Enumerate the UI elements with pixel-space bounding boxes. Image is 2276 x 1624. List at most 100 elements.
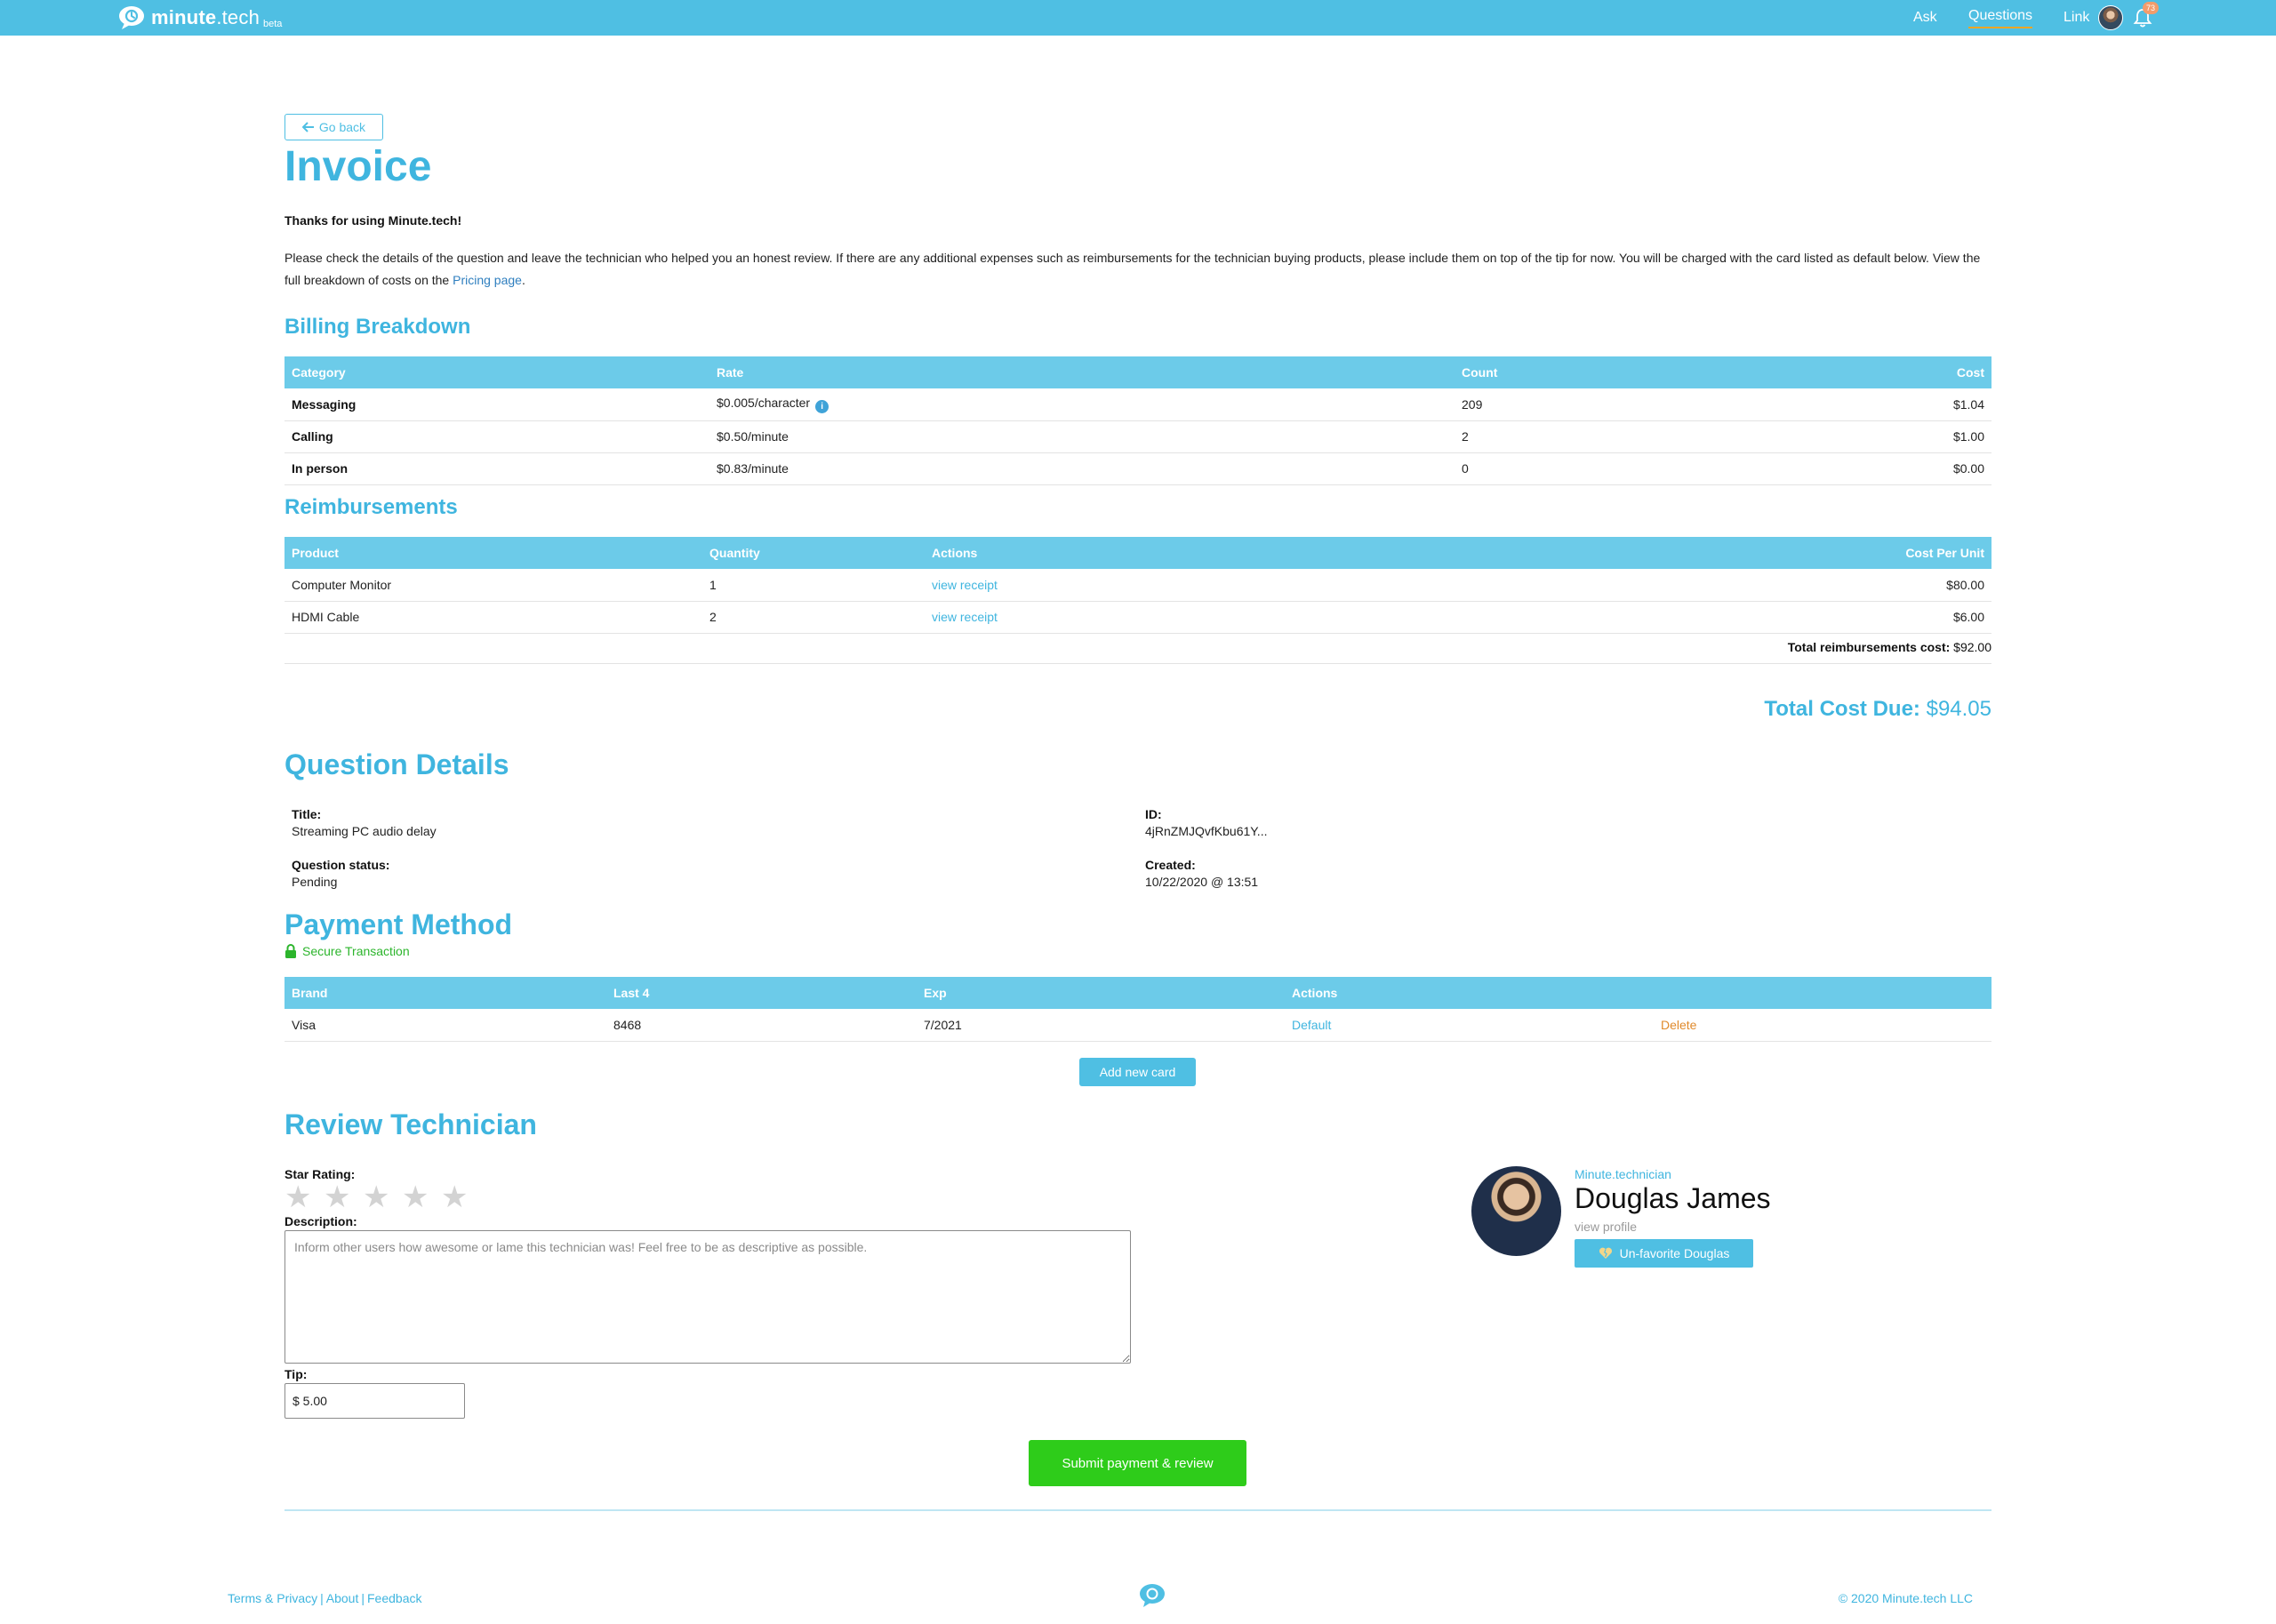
star-rating-label: Star Rating: (284, 1167, 356, 1181)
card-last4: 8468 (606, 1009, 917, 1042)
add-new-card-button[interactable]: Add new card (1079, 1058, 1196, 1086)
billing-cost: $1.04 (1775, 388, 1992, 421)
question-created-value: 10/22/2020 @ 13:51 (1145, 875, 1259, 889)
billing-category: In person (284, 452, 709, 485)
logo-wordmark: minute.tech (151, 6, 260, 28)
column-header: Actions (925, 537, 1725, 569)
question-id-label: ID: (1145, 807, 1162, 821)
top-navbar: minute.tech beta Ask Questions Link 73 (0, 0, 2276, 36)
star-icon[interactable]: ★ (284, 1182, 311, 1212)
reimbursements-header-row: Product Quantity Actions Cost Per Unit (284, 537, 1992, 569)
nav-link[interactable]: Link (2064, 0, 2089, 36)
reimbursement-action-cell: view receipt (925, 601, 1725, 634)
table-row: Messaging $0.005/character i 209 $1.04 (284, 388, 1992, 421)
table-row: Computer Monitor 1 view receipt $80.00 (284, 569, 1992, 602)
billing-count: 209 (1455, 388, 1775, 421)
thanks-message: Thanks for using Minute.tech! (284, 213, 462, 228)
go-back-button[interactable]: Go back (284, 114, 383, 140)
reimbursement-cost: $80.00 (1725, 569, 1992, 602)
footer-links: Terms & Privacy | About | Feedback (228, 1591, 422, 1605)
billing-cost: $0.00 (1775, 452, 1992, 485)
technician-avatar[interactable] (1471, 1166, 1561, 1256)
billing-category: Calling (284, 420, 709, 453)
info-icon[interactable]: i (815, 399, 829, 413)
star-icon[interactable]: ★ (324, 1182, 350, 1212)
review-technician-heading: Review Technician (284, 1108, 537, 1140)
secure-transaction-label: Secure Transaction (302, 944, 410, 958)
reimbursements-heading: Reimbursements (284, 495, 458, 519)
question-details-heading: Question Details (284, 748, 509, 780)
column-header: Cost Per Unit (1725, 537, 1992, 569)
view-profile-link[interactable]: view profile (1575, 1220, 1637, 1234)
view-receipt-link[interactable]: view receipt (932, 610, 998, 624)
table-row: HDMI Cable 2 view receipt $6.00 (284, 601, 1992, 634)
about-link[interactable]: About (326, 1591, 359, 1605)
brand-logo[interactable]: minute.tech beta (117, 4, 282, 31)
nav-ask[interactable]: Ask (1913, 0, 1937, 36)
card-default-cell: Default (1285, 1009, 1654, 1042)
question-id-value: 4jRnZMJQvfKbu61Y... (1145, 824, 1268, 838)
billing-rate-cell: $0.005/character i (709, 388, 1455, 421)
total-reimbursements: Total reimbursements cost: $92.00 (1787, 640, 1992, 654)
nav-questions[interactable]: Questions (1968, 0, 2033, 36)
question-title-label: Title: (292, 807, 322, 821)
billing-header-row: Category Rate Count Cost (284, 356, 1992, 388)
unfavorite-button[interactable]: Un-favorite Douglas (1575, 1239, 1753, 1268)
payment-table: Brand Last 4 Exp Actions Visa 8468 7/202… (284, 977, 1992, 1042)
technician-name: Douglas James (1575, 1182, 1771, 1214)
description-label: Description: (284, 1214, 357, 1228)
view-receipt-link[interactable]: view receipt (932, 578, 998, 592)
column-header: Product (284, 537, 702, 569)
arrow-left-icon (301, 122, 314, 132)
go-back-label: Go back (318, 120, 366, 134)
reimbursement-product: Computer Monitor (284, 569, 702, 602)
column-header: Brand (284, 977, 606, 1009)
pricing-page-link[interactable]: Pricing page (453, 273, 522, 287)
star-icon[interactable]: ★ (363, 1182, 389, 1212)
description-textarea[interactable] (284, 1230, 1131, 1364)
column-header: Cost (1775, 356, 1992, 388)
question-status-value: Pending (292, 875, 338, 889)
billing-count: 2 (1455, 420, 1775, 453)
billing-count: 0 (1455, 452, 1775, 485)
page-title: Invoice (284, 143, 432, 190)
column-header: Rate (709, 356, 1455, 388)
question-status-label: Question status: (292, 858, 390, 872)
card-delete-cell: Delete (1654, 1009, 1992, 1042)
user-avatar[interactable] (2098, 5, 2123, 30)
column-header: Quantity (702, 537, 925, 569)
default-card-button[interactable]: Default (1292, 1018, 1331, 1032)
payment-method-heading: Payment Method (284, 908, 513, 940)
reimbursements-table: Product Quantity Actions Cost Per Unit C… (284, 537, 1992, 634)
star-icon[interactable]: ★ (441, 1182, 468, 1212)
divider (284, 663, 1992, 664)
column-header: Actions (1285, 977, 1654, 1009)
card-brand: Visa (284, 1009, 606, 1042)
broken-heart-icon (1599, 1247, 1612, 1259)
billing-heading: Billing Breakdown (284, 315, 471, 339)
billing-table: Category Rate Count Cost Messaging $0.00… (284, 356, 1992, 485)
delete-card-button[interactable]: Delete (1661, 1018, 1696, 1032)
billing-cost: $1.00 (1775, 420, 1992, 453)
submit-payment-review-button[interactable]: Submit payment & review (1029, 1440, 1246, 1486)
notification-badge: 73 (2143, 2, 2159, 14)
billing-rate: $0.83/minute (709, 452, 1455, 485)
reimbursement-quantity: 2 (702, 601, 925, 634)
chat-bubble-logo-icon (1140, 1584, 1165, 1607)
terms-privacy-link[interactable]: Terms & Privacy (228, 1591, 317, 1605)
footer-divider (284, 1509, 1992, 1511)
feedback-link[interactable]: Feedback (367, 1591, 421, 1605)
column-header: Last 4 (606, 977, 917, 1009)
billing-category: Messaging (284, 388, 709, 421)
tip-label: Tip: (284, 1367, 308, 1381)
tip-input[interactable] (284, 1383, 465, 1419)
chat-bubble-logo-icon (119, 6, 144, 29)
technician-role: Minute.technician (1575, 1167, 1671, 1181)
question-title-value: Streaming PC audio delay (292, 824, 437, 838)
question-created-label: Created: (1145, 858, 1196, 872)
billing-rate: $0.005/character (717, 395, 811, 410)
card-exp: 7/2021 (917, 1009, 1285, 1042)
star-icon[interactable]: ★ (402, 1182, 429, 1212)
billing-rate: $0.50/minute (709, 420, 1455, 453)
table-row: Calling $0.50/minute 2 $1.00 (284, 420, 1992, 453)
